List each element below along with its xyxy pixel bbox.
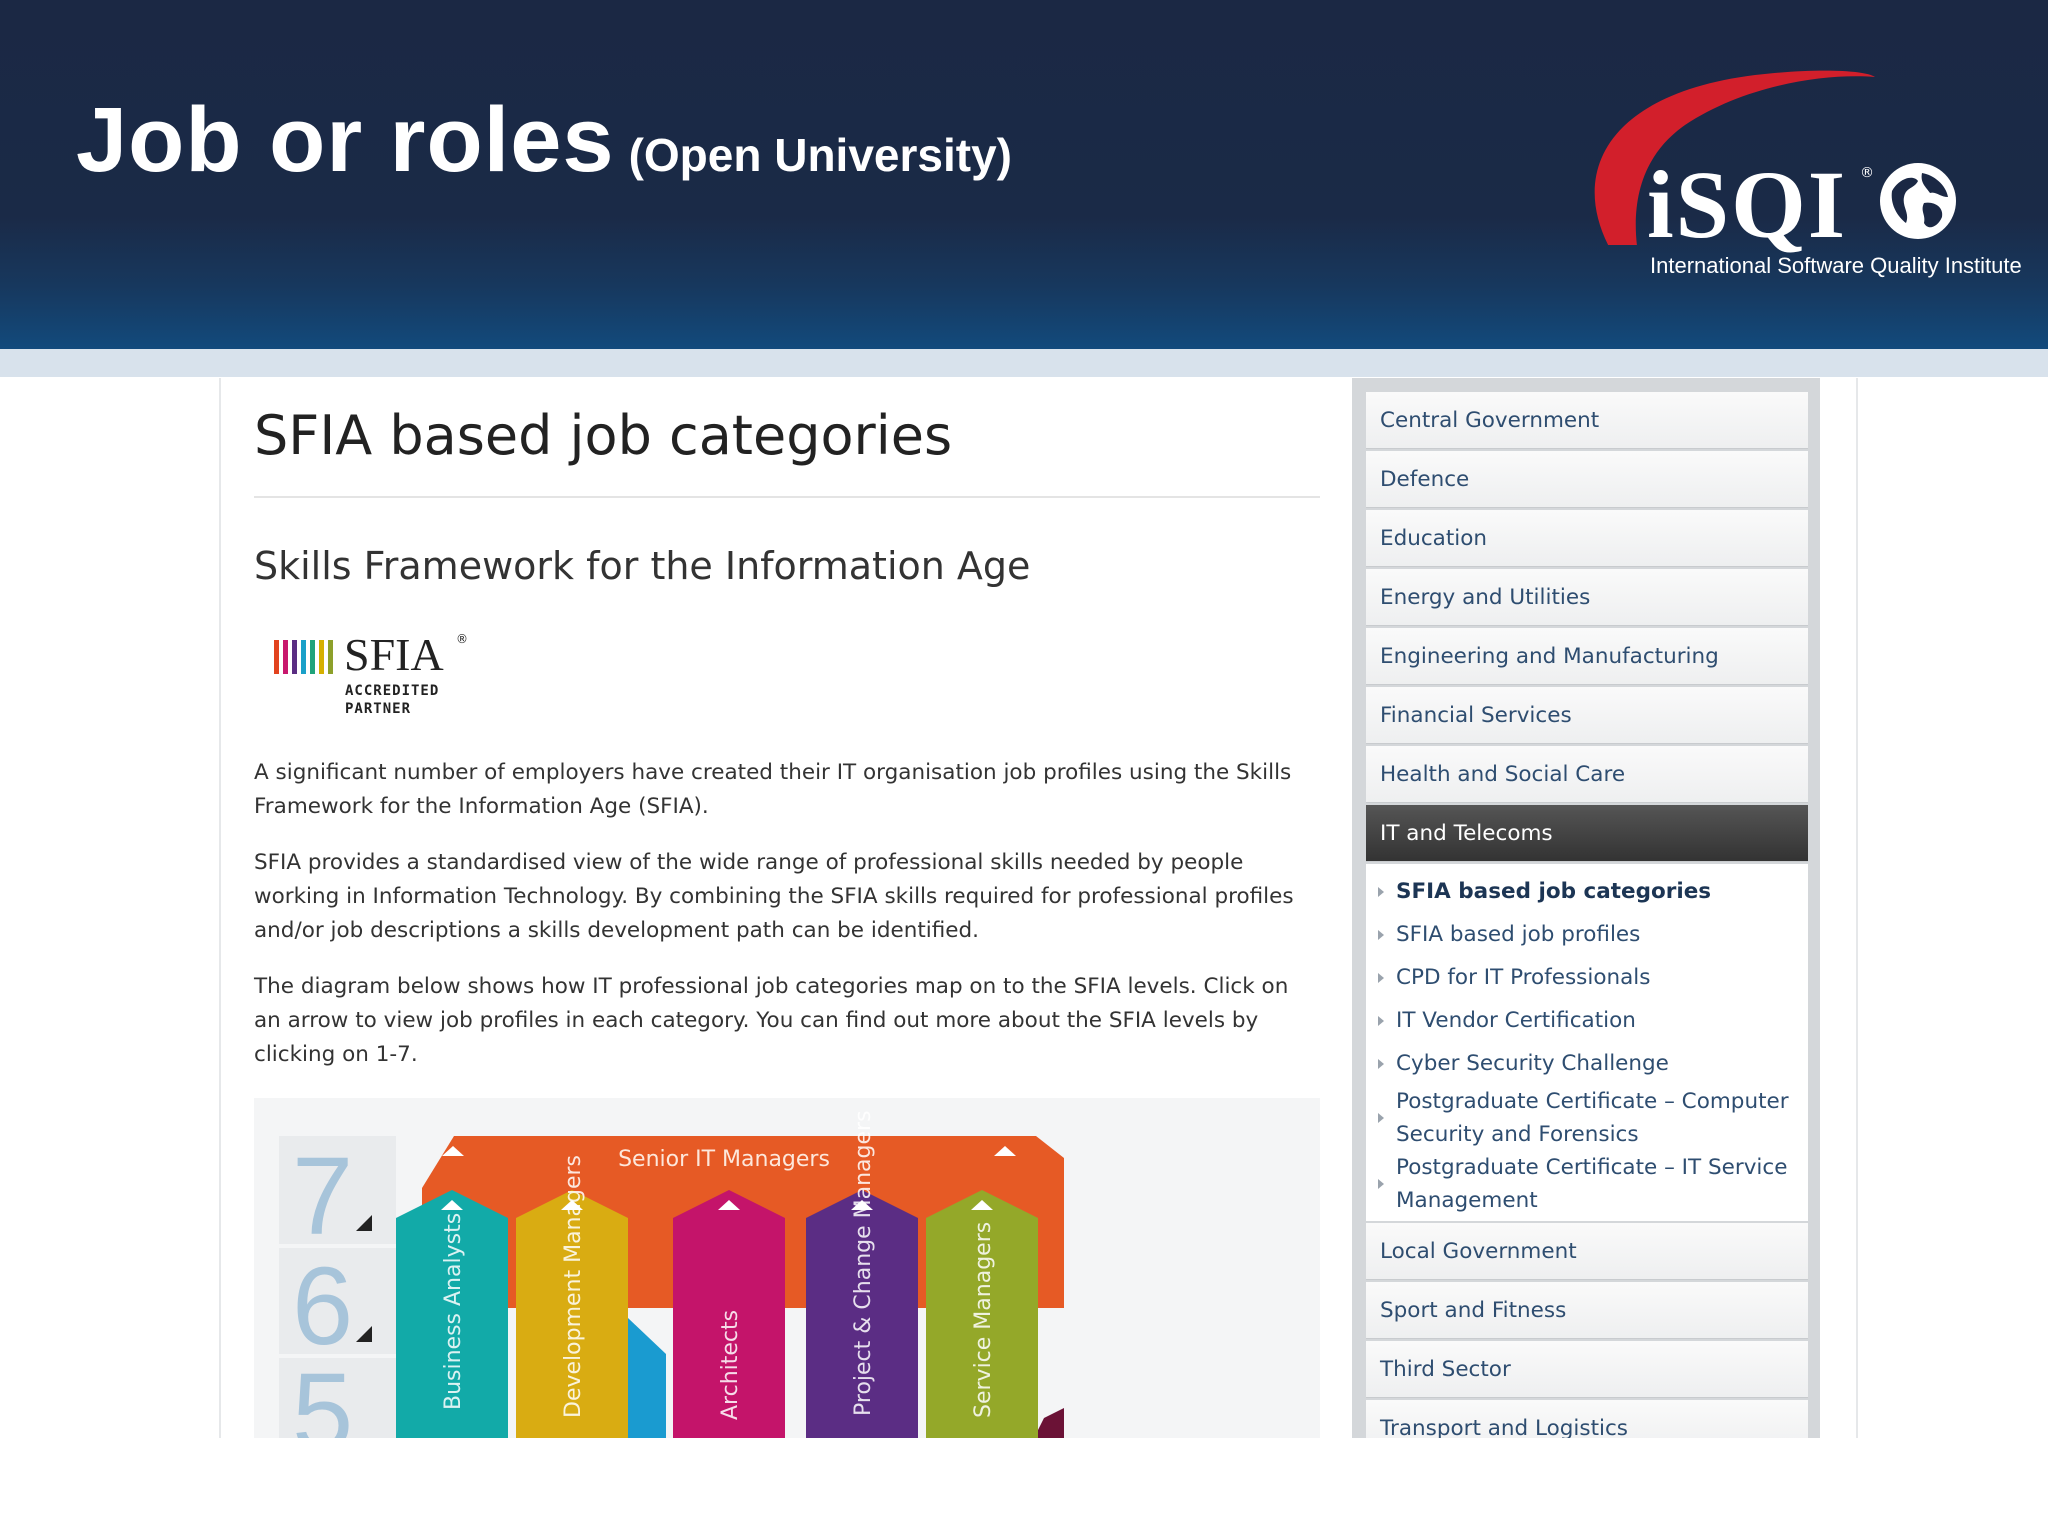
level-7-number[interactable]: 7 bbox=[292, 1135, 353, 1258]
submenu-item-postgraduate-certificate-computer-security-and-forensics[interactable]: Postgraduate Certificate – Computer Secu… bbox=[1366, 1085, 1808, 1151]
submenu-item-label: IT Vendor Certification bbox=[1396, 1008, 1636, 1033]
submenu-item-cyber-security-challenge[interactable]: Cyber Security Challenge bbox=[1366, 1042, 1808, 1085]
chevron-right-icon bbox=[1378, 1113, 1384, 1123]
chevron-right-icon bbox=[1378, 972, 1384, 983]
submenu-item-label: SFIA based job categories bbox=[1396, 879, 1712, 904]
sidebar-item-education[interactable]: Education bbox=[1366, 510, 1808, 567]
sfia-bar bbox=[274, 640, 279, 674]
title-divider bbox=[254, 496, 1320, 498]
sfia-logo-line1: ACCREDITED bbox=[345, 683, 440, 699]
job-column-label: Service Managers bbox=[971, 1222, 996, 1418]
sfia-levels-diagram: 7 6 5 Senior IT Managers Business Analys… bbox=[254, 1098, 1320, 1438]
sidebar-item-energy-and-utilities[interactable]: Energy and Utilities bbox=[1366, 569, 1808, 626]
job-column-label: Architects bbox=[718, 1310, 743, 1420]
logo-wordmark: iSQI bbox=[1647, 151, 1848, 258]
job-column-label: Business Analysts bbox=[441, 1213, 466, 1410]
job-column-label: Development Managers bbox=[561, 1155, 586, 1418]
globe-icon bbox=[1880, 163, 1956, 239]
sector-list: Central Government Defence Education Energy… bbox=[1366, 392, 1808, 1438]
page-subtitle: Skills Framework for the Information Age bbox=[254, 544, 1031, 588]
submenu-item-label: CPD for IT Professionals bbox=[1396, 965, 1651, 990]
sidebar-item-financial-services[interactable]: Financial Services bbox=[1366, 687, 1808, 744]
submenu-item-label: Cyber Security Challenge bbox=[1396, 1051, 1669, 1076]
chevron-right-icon bbox=[1378, 886, 1384, 897]
slide-title-sub: (Open University) bbox=[628, 129, 1012, 181]
sidebar-item-engineering-and-manufacturing[interactable]: Engineering and Manufacturing bbox=[1366, 628, 1808, 685]
job-column-architects[interactable]: Architects bbox=[673, 1190, 785, 1438]
submenu-item-label: Postgraduate Certificate – IT Service Ma… bbox=[1396, 1155, 1788, 1213]
page-left-border bbox=[219, 378, 221, 1438]
submenu-item-sfia-based-job-profiles[interactable]: SFIA based job profiles bbox=[1366, 913, 1808, 956]
page-title: SFIA based job categories bbox=[254, 404, 953, 467]
slide-title: Job or roles (Open University) bbox=[76, 88, 1012, 193]
sfia-bar bbox=[283, 640, 288, 674]
gap-column-blue bbox=[628, 1318, 666, 1438]
sidebar-item-central-government[interactable]: Central Government bbox=[1366, 392, 1808, 449]
logo-tagline: International Software Quality Institute bbox=[1650, 253, 2022, 278]
sfia-bar bbox=[301, 640, 306, 674]
sfia-description-paragraph: SFIA provides a standardised view of the… bbox=[254, 850, 1294, 943]
sfia-bars-icon bbox=[274, 640, 333, 674]
isqi-logo: iSQI ® International Software Quality In… bbox=[1575, 65, 2022, 285]
chevron-right-icon bbox=[1378, 929, 1384, 940]
chevron-right-icon bbox=[1378, 1058, 1384, 1069]
submenu-item-label: Postgraduate Certificate – Computer Secu… bbox=[1396, 1089, 1789, 1147]
sfia-accredited-logo: SFIA ® ACCREDITED PARTNER bbox=[272, 629, 472, 717]
intro-paragraph: A significant number of employers have c… bbox=[254, 760, 1292, 819]
slide-title-main: Job or roles bbox=[76, 89, 615, 191]
sidebar-item-transport-and-logistics[interactable]: Transport and Logistics bbox=[1366, 1400, 1808, 1438]
sfia-logo-word: SFIA bbox=[344, 629, 444, 680]
submenu-item-label: SFIA based job profiles bbox=[1396, 922, 1641, 947]
chevron-right-icon bbox=[1378, 1179, 1384, 1189]
submenu-item-cpd-for-it-professionals[interactable]: CPD for IT Professionals bbox=[1366, 956, 1808, 999]
chevron-right-icon bbox=[1378, 1015, 1384, 1026]
diagram-canvas: 7 6 5 Senior IT Managers Business Analys… bbox=[279, 1110, 1064, 1438]
submenu-item-sfia-based-job-categories[interactable]: SFIA based job categories bbox=[1366, 870, 1808, 913]
page-right-border bbox=[1856, 378, 1858, 1438]
diagram-instructions-paragraph: The diagram below shows how IT professio… bbox=[254, 974, 1289, 1067]
slide-bottom-margin bbox=[0, 1438, 2048, 1536]
level-6-number[interactable]: 6 bbox=[292, 1245, 353, 1368]
sfia-bar bbox=[292, 640, 297, 674]
logo-registered-mark: ® bbox=[1860, 165, 1874, 181]
job-column-business-analysts[interactable]: Business Analysts bbox=[396, 1190, 508, 1438]
banner-label[interactable]: Senior IT Managers bbox=[618, 1147, 830, 1172]
sfia-bar bbox=[319, 640, 324, 674]
sfia-bar bbox=[328, 640, 333, 674]
header-strip bbox=[0, 349, 2048, 377]
sector-sidebar: Central Government Defence Education Energy… bbox=[1352, 378, 1820, 1438]
sfia-logo-caption: ACCREDITED PARTNER bbox=[345, 682, 439, 718]
sfia-bar bbox=[310, 640, 315, 674]
sidebar-item-local-government[interactable]: Local Government bbox=[1366, 1223, 1808, 1280]
sidebar-item-sport-and-fitness[interactable]: Sport and Fitness bbox=[1366, 1282, 1808, 1339]
sidebar-item-it-and-telecoms[interactable]: IT and Telecoms bbox=[1366, 805, 1808, 862]
job-column-label: Project & Change Managers bbox=[851, 1110, 876, 1416]
sidebar-item-health-and-social-care[interactable]: Health and Social Care bbox=[1366, 746, 1808, 803]
sidebar-item-defence[interactable]: Defence bbox=[1366, 451, 1808, 508]
sidebar-submenu: SFIA based job categories SFIA based job … bbox=[1366, 864, 1808, 1221]
job-column-service-managers[interactable]: Service Managers bbox=[926, 1190, 1038, 1438]
sidebar-item-third-sector[interactable]: Third Sector bbox=[1366, 1341, 1808, 1398]
submenu-item-it-vendor-certification[interactable]: IT Vendor Certification bbox=[1366, 999, 1808, 1042]
submenu-item-postgraduate-certificate-it-service-management[interactable]: Postgraduate Certificate – IT Service Ma… bbox=[1366, 1151, 1808, 1217]
sfia-logo-line2: PARTNER bbox=[345, 701, 412, 717]
level-5-number[interactable]: 5 bbox=[292, 1351, 353, 1438]
sfia-registered-mark: ® bbox=[456, 632, 468, 646]
